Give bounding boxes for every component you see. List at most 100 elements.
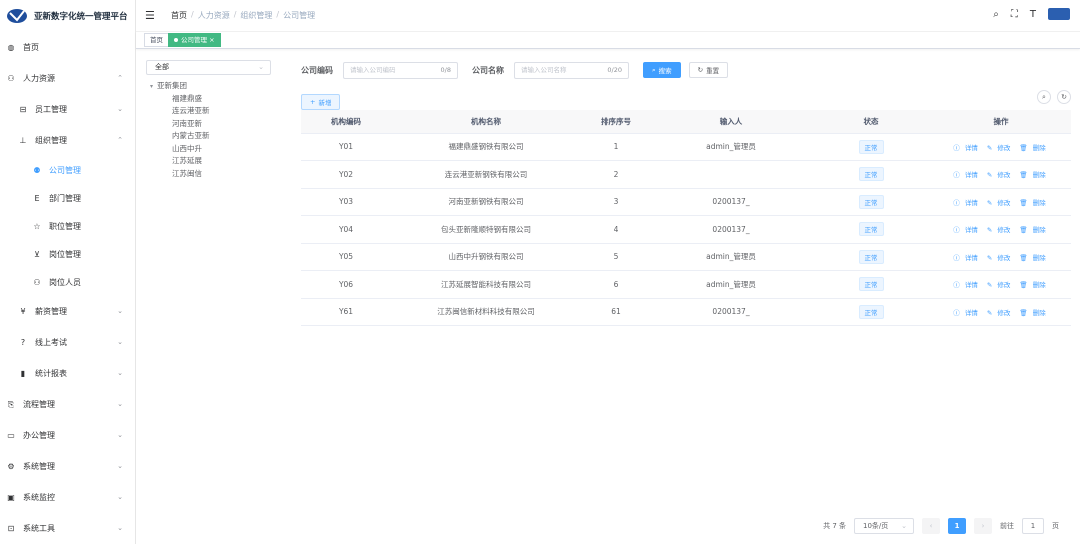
- menu-salary[interactable]: ¥ 薪资管理 ⌄: [0, 296, 135, 327]
- code-input[interactable]: [350, 66, 430, 74]
- search-icon[interactable]: ⌕: [993, 9, 999, 20]
- cell-ops: ⓘ 详情 ✎ 修改 🗑 删除: [931, 133, 1071, 161]
- cell-name: 山西中升钢铁有限公司: [391, 243, 581, 271]
- chevron-down-icon: ⌄: [901, 522, 907, 530]
- tree-node[interactable]: 江苏闽信: [146, 168, 271, 181]
- delete-link[interactable]: 🗑 删除: [1019, 171, 1048, 179]
- edit-link[interactable]: ✎ 修改: [987, 281, 1014, 289]
- detail-link[interactable]: ⓘ 详情: [953, 226, 981, 234]
- org-tree-panel: 全部 ⌄ ▾ 亚新集团 福建鼎盛 连云港亚新 河南亚新 内蒙古亚新 山西中升 江苏延…: [146, 60, 271, 180]
- delete-link[interactable]: 🗑 删除: [1019, 144, 1048, 152]
- people-icon: ⚇: [7, 74, 15, 83]
- cell-user: 0200137_: [651, 298, 811, 326]
- menu-hr[interactable]: ⚇ 人力资源 ⌃: [0, 63, 135, 94]
- cell-ops: ⓘ 详情 ✎ 修改 🗑 删除: [931, 215, 1071, 244]
- tree-node[interactable]: 连云港亚新: [146, 105, 271, 118]
- menu-exam[interactable]: ? 线上考试 ⌄: [0, 327, 135, 358]
- chevron-down-icon: ⌄: [117, 369, 123, 377]
- fullscreen-icon[interactable]: ⛶: [1011, 9, 1018, 20]
- tree-node[interactable]: 河南亚新: [146, 118, 271, 131]
- chevron-down-icon: ⌄: [117, 105, 123, 113]
- detail-link[interactable]: ⓘ 详情: [953, 254, 981, 262]
- hamburger-icon[interactable]: ☰: [145, 9, 159, 22]
- delete-link[interactable]: 🗑 删除: [1019, 254, 1048, 262]
- detail-link[interactable]: ⓘ 详情: [953, 281, 981, 289]
- topbar-tools: ⌕ ⛶ T: [993, 8, 1070, 20]
- cell-order: 2: [581, 160, 651, 189]
- org-tree-icon: ⊥: [19, 136, 27, 145]
- menu-monitor[interactable]: ▣ 系统监控 ⌄: [0, 482, 135, 513]
- tree-node[interactable]: 内蒙古亚新: [146, 130, 271, 143]
- detail-link[interactable]: ⓘ 详情: [953, 144, 981, 152]
- name-input[interactable]: [521, 66, 601, 74]
- cell-status: 正常: [811, 298, 931, 326]
- menu-tools[interactable]: ⊡ 系统工具 ⌄: [0, 513, 135, 544]
- next-page-button[interactable]: ›: [974, 518, 992, 534]
- reset-button[interactable]: ↻ 重置: [688, 62, 729, 78]
- tool-icon: ⊡: [7, 524, 15, 533]
- edit-link[interactable]: ✎ 修改: [987, 144, 1014, 152]
- delete-link[interactable]: 🗑 删除: [1019, 281, 1048, 289]
- edit-link[interactable]: ✎ 修改: [987, 309, 1014, 317]
- close-icon[interactable]: ×: [209, 36, 214, 44]
- page-unit: 页: [1052, 522, 1059, 530]
- menu-system[interactable]: ⚙ 系统管理 ⌄: [0, 451, 135, 482]
- col-user: 输入人: [651, 110, 811, 134]
- edit-link[interactable]: ✎ 修改: [987, 254, 1014, 262]
- chevron-up-icon: ⌃: [117, 136, 123, 144]
- tag-home[interactable]: 首页: [144, 33, 169, 47]
- menu-report[interactable]: ▮ 统计报表 ⌄: [0, 358, 135, 389]
- tag-company[interactable]: 公司管理 ×: [168, 33, 221, 47]
- breadcrumb-item: 组织管理: [240, 11, 273, 20]
- delete-link[interactable]: 🗑 删除: [1019, 226, 1048, 234]
- tree-select[interactable]: 全部 ⌄: [146, 60, 271, 75]
- menu-org[interactable]: ⊥ 组织管理 ⌃: [0, 125, 135, 156]
- search-button[interactable]: ⌕ 搜索: [643, 62, 681, 78]
- tree-node-root[interactable]: ▾ 亚新集团: [146, 80, 271, 93]
- tree-node[interactable]: 山西中升: [146, 143, 271, 156]
- menu-dept[interactable]: ⴹ 部门管理: [0, 184, 135, 212]
- page-number[interactable]: 1: [948, 518, 966, 534]
- code-field[interactable]: 0/8: [343, 61, 458, 79]
- goto-input[interactable]: 1: [1022, 518, 1044, 534]
- edit-link[interactable]: ✎ 修改: [987, 199, 1014, 207]
- font-size-icon[interactable]: T: [1030, 9, 1036, 20]
- edit-link[interactable]: ✎ 修改: [987, 171, 1014, 179]
- company-list-panel: 公司编码 0/8 公司名称 0/20 ⌕搜索 ↻重置 +新增 ⌕ ↻ 机构编码 …: [301, 60, 1071, 544]
- menu-office[interactable]: ▭ 办公管理 ⌄: [0, 420, 135, 451]
- page-size-select[interactable]: 10条/页 ⌄: [854, 518, 914, 534]
- edit-link[interactable]: ✎ 修改: [987, 226, 1014, 234]
- tree-node[interactable]: 福建鼎盛: [146, 93, 271, 106]
- col-status: 状态: [811, 110, 931, 134]
- breadcrumb-item[interactable]: 首页: [171, 10, 187, 21]
- company-table: 机构编码 机构名称 排序序号 输入人 状态 操作 Y01 福建鼎盛钢铁有限公司 1 a…: [301, 110, 1071, 326]
- office-icon: ▭: [7, 431, 15, 440]
- menu-company[interactable]: ⚉ 公司管理: [0, 156, 135, 184]
- refresh-icon[interactable]: ↻: [1057, 90, 1071, 104]
- detail-link[interactable]: ⓘ 详情: [953, 309, 981, 317]
- cell-code: Y61: [301, 298, 391, 326]
- menu-post[interactable]: ⊻ 岗位管理: [0, 240, 135, 268]
- detail-link[interactable]: ⓘ 详情: [953, 199, 981, 207]
- people-icon: ⚇: [33, 277, 41, 287]
- cell-user: admin_管理员: [651, 270, 811, 299]
- prev-page-button[interactable]: ‹: [922, 518, 940, 534]
- add-button[interactable]: + 新增: [301, 94, 341, 110]
- table-row: Y01 福建鼎盛钢铁有限公司 1 admin_管理员 正常 ⓘ 详情 ✎ 修改 🗑 删除: [301, 133, 1071, 161]
- tree-node[interactable]: 江苏延展: [146, 155, 271, 168]
- delete-link[interactable]: 🗑 删除: [1019, 309, 1048, 317]
- table-row: Y03 河南亚新钢铁有限公司 3 0200137_ 正常 ⓘ 详情 ✎ 修改 🗑 删除: [301, 188, 1071, 216]
- avatar[interactable]: [1048, 8, 1070, 20]
- delete-link[interactable]: 🗑 删除: [1019, 199, 1048, 207]
- cell-order: 4: [581, 215, 651, 244]
- cell-code: Y03: [301, 188, 391, 216]
- menu-employee[interactable]: ⊟ 员工管理 ⌄: [0, 94, 135, 125]
- toggle-search-icon[interactable]: ⌕: [1037, 90, 1051, 104]
- menu-home[interactable]: ◍ 首页: [0, 32, 135, 63]
- menu-post-staff[interactable]: ⚇ 岗位人员: [0, 268, 135, 296]
- detail-link[interactable]: ⓘ 详情: [953, 171, 981, 179]
- name-field[interactable]: 0/20: [514, 61, 629, 79]
- col-order: 排序序号: [581, 110, 651, 134]
- menu-position[interactable]: ☆ 职位管理: [0, 212, 135, 240]
- menu-flow[interactable]: ⎘ 流程管理 ⌄: [0, 389, 135, 420]
